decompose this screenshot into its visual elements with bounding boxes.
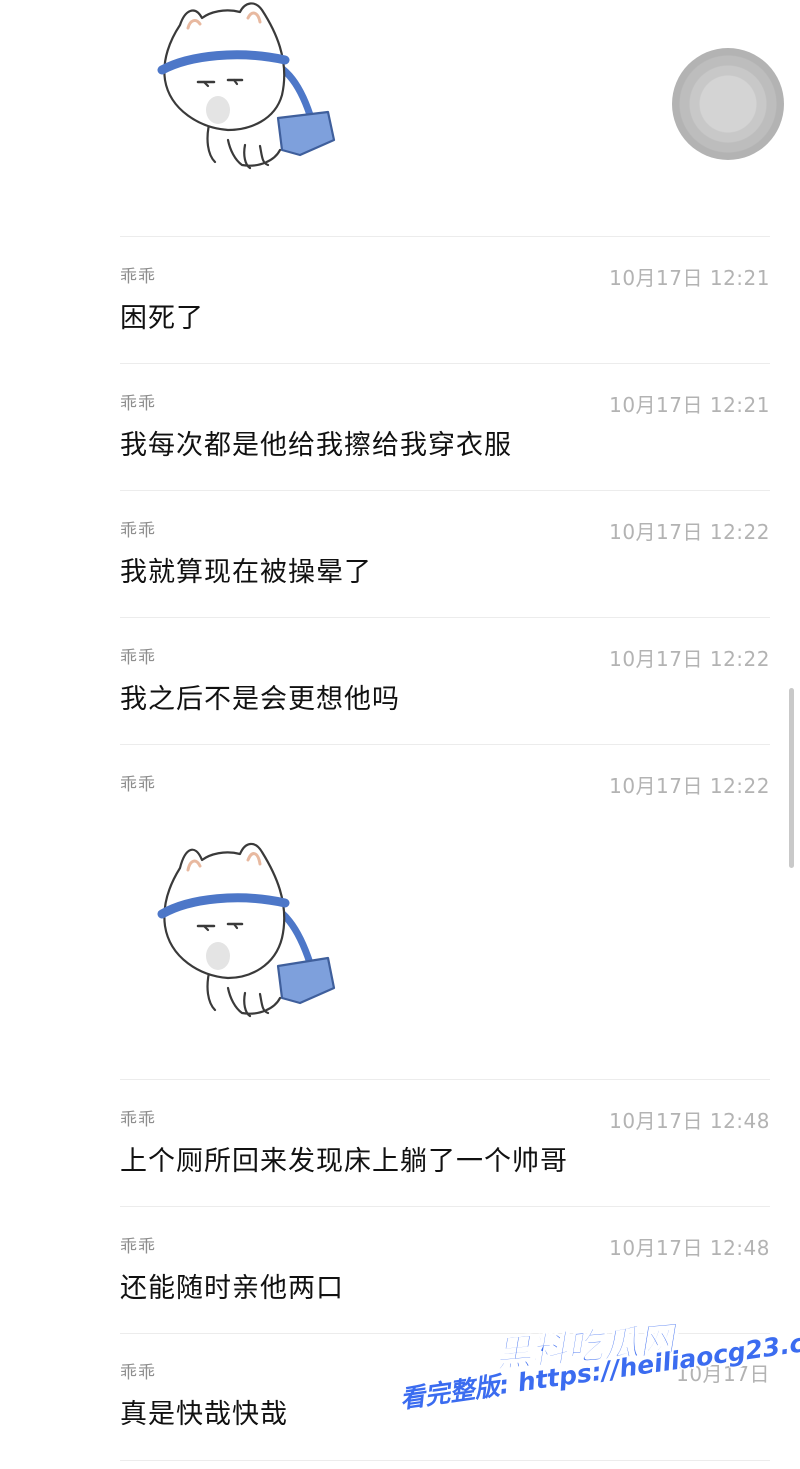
divider [120,1206,770,1207]
divider [120,1079,770,1080]
message-text: 我就算现在被操晕了 [120,557,372,588]
message-sender: 乖乖 [120,1237,156,1257]
message-time: 10月17日 12:48 [609,1236,770,1260]
message-time: 10月17日 12:48 [609,1109,770,1133]
message-text: 真是快哉快哉 [120,1399,288,1430]
message-sender: 乖乖 [120,267,156,287]
message-time: 10月17日 12:21 [609,393,770,417]
message-sender: 乖乖 [120,648,156,668]
cat-sticker-drawing [157,842,336,1018]
divider [120,236,770,237]
message-text: 困死了 [120,303,204,334]
message-sender: 乖乖 [120,775,156,795]
divider [120,363,770,364]
message-item[interactable]: 乖乖 10月17日 12:22 我之后不是会更想他吗 [120,643,770,723]
message-text: 上个厕所回来发现床上躺了一个帅哥 [120,1146,568,1177]
message-time: 10月17日 12:22 [609,647,770,671]
cat-sticker-top[interactable] [150,0,350,175]
message-sender: 乖乖 [120,521,156,541]
divider [120,617,770,618]
message-text: 还能随时亲他两口 [120,1273,344,1304]
message-sender: 乖乖 [120,1363,156,1383]
message-time: 10月17日 12:22 [609,774,770,798]
message-text: 我每次都是他给我擦给我穿衣服 [120,430,512,461]
cat-sticker[interactable] [150,838,350,1023]
message-item[interactable]: 乖乖 10月17日 12:22 我就算现在被操晕了 [120,516,770,596]
chat-message-list[interactable]: 乖乖 10月17日 12:21 困死了 乖乖 10月17日 12:21 我每次都… [0,0,800,1469]
message-item[interactable]: 乖乖 10月17日 12:48 上个厕所回来发现床上躺了一个帅哥 [120,1105,770,1185]
message-time: 10月17日 12:21 [609,266,770,290]
message-item[interactable]: 乖乖 10月17日 12:21 困死了 [120,262,770,342]
message-item[interactable]: 乖乖 10月17日 12:48 还能随时亲他两口 [120,1232,770,1312]
watermark: 黑料吃瓜网 看完整版: https://heiliaocg23.com [395,1318,800,1458]
divider [120,490,770,491]
message-sender: 乖乖 [120,1110,156,1130]
message-time: 10月17日 12:22 [609,520,770,544]
divider [120,744,770,745]
divider [120,1460,770,1461]
cat-sticker-drawing [157,2,336,170]
message-text: 我之后不是会更想他吗 [120,684,400,715]
message-item[interactable]: 乖乖 10月17日 12:21 我每次都是他给我擦给我穿衣服 [120,389,770,469]
floating-action-button[interactable] [672,48,784,160]
message-sender: 乖乖 [120,394,156,414]
scrollbar[interactable] [789,688,794,868]
